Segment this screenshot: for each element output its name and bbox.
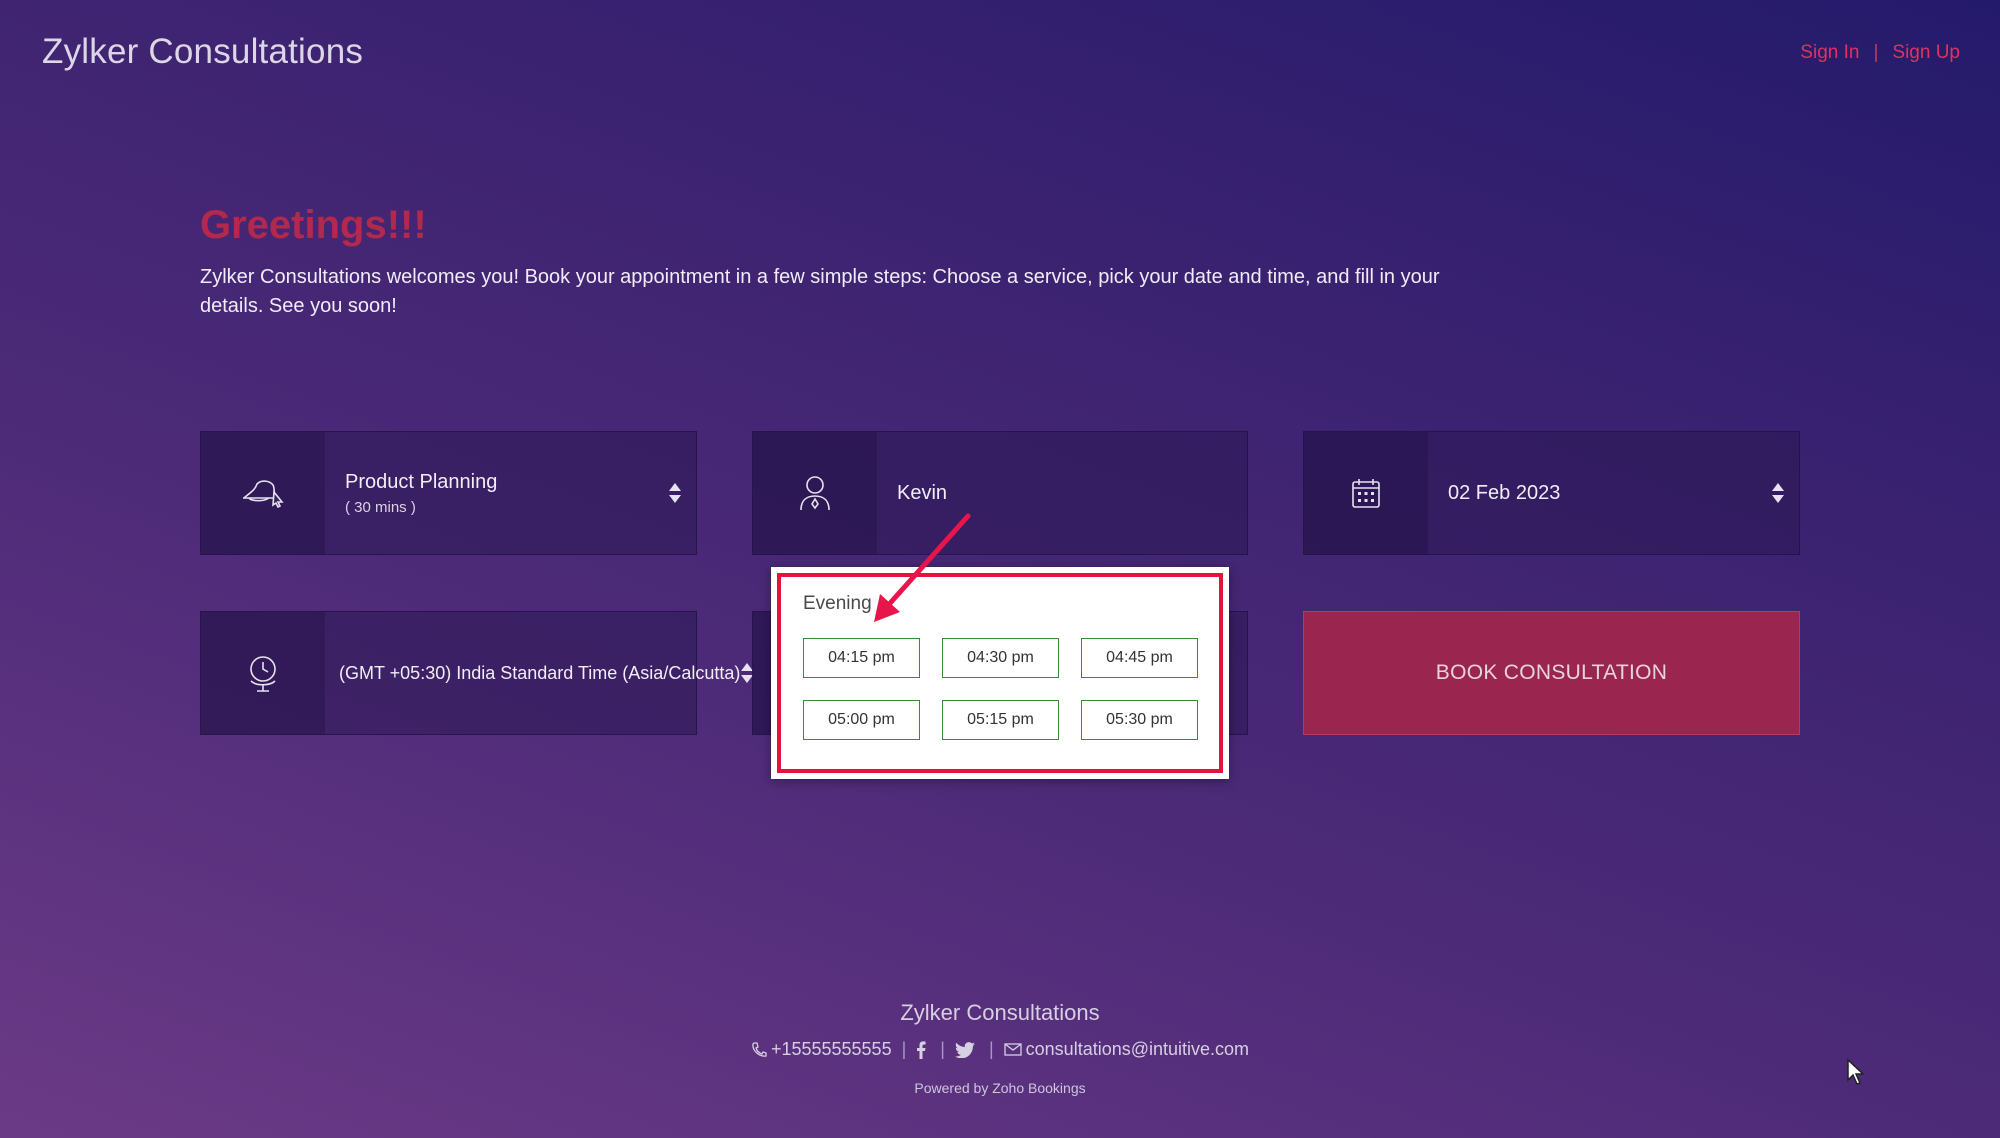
time-slot-button[interactable]: 05:15 pm — [942, 700, 1059, 740]
date-select[interactable]: 02 Feb 2023 — [1303, 431, 1800, 555]
calendar-icon — [1304, 432, 1428, 554]
timezone-select[interactable]: (GMT +05:30) India Standard Time (Asia/C… — [200, 611, 754, 735]
footer-separator: | — [940, 1039, 945, 1059]
date-value: 02 Feb 2023 — [1448, 481, 1561, 504]
time-slot-popup: Evening 04:15 pm 04:30 pm 04:45 pm 05:00… — [771, 567, 1229, 779]
service-duration: ( 30 mins ) — [345, 498, 416, 516]
date-text: 02 Feb 2023 — [1428, 432, 1757, 554]
auth-links: Sign In | Sign Up — [1800, 42, 1960, 64]
globe-clock-icon — [201, 612, 325, 734]
service-text: Product Planning ( 30 mins ) — [325, 432, 654, 554]
brand-logo[interactable]: Zylker Consultations — [42, 32, 363, 72]
time-slot-button[interactable]: 05:00 pm — [803, 700, 920, 740]
footer-contact: +15555555555 | | | consultations@intuiti… — [0, 1039, 2000, 1060]
service-name: Product Planning — [345, 470, 498, 493]
evening-section-label: Evening — [803, 593, 872, 614]
footer-separator: | — [988, 1039, 994, 1059]
phone-number: +15555555555 — [770, 1039, 892, 1059]
staff-select[interactable]: Kevin — [752, 431, 1248, 555]
timezone-text: (GMT +05:30) India Standard Time (Asia/C… — [325, 612, 740, 734]
powered-by[interactable]: Powered by Zoho Bookings — [0, 1080, 2000, 1096]
footer-email[interactable]: consultations@intuitive.com — [1004, 1039, 1249, 1060]
facebook-icon[interactable] — [916, 1040, 930, 1059]
mail-icon — [1004, 1043, 1022, 1056]
footer-brand: Zylker Consultations — [900, 1000, 1100, 1025]
mouse-cursor-icon — [1847, 1058, 1865, 1085]
staff-text: Kevin — [877, 432, 1247, 554]
time-slot-grid: 04:15 pm 04:30 pm 04:45 pm 05:00 pm 05:1… — [803, 638, 1198, 740]
hat-pointer-icon — [201, 432, 325, 554]
sort-arrows-icon — [1757, 432, 1799, 554]
time-slot-button[interactable]: 04:30 pm — [942, 638, 1059, 678]
service-select[interactable]: Product Planning ( 30 mins ) — [200, 431, 697, 555]
greeting-heading: Greetings!!! — [200, 203, 427, 247]
footer-separator: | — [901, 1039, 907, 1059]
auth-separator: | — [1873, 42, 1879, 63]
sort-arrows-icon — [654, 432, 696, 554]
twitter-icon[interactable] — [954, 1041, 979, 1058]
footer-phone[interactable]: +15555555555 — [751, 1039, 892, 1060]
time-slot-button[interactable]: 05:30 pm — [1081, 700, 1198, 740]
sign-in-link[interactable]: Sign In — [1800, 42, 1859, 64]
timezone-value: (GMT +05:30) India Standard Time (Asia/C… — [339, 662, 741, 683]
sign-up-link[interactable]: Sign Up — [1892, 42, 1960, 64]
email-address: consultations@intuitive.com — [1025, 1039, 1250, 1059]
phone-icon — [752, 1041, 767, 1057]
time-slot-button[interactable]: 04:15 pm — [803, 638, 920, 678]
welcome-message: Zylker Consultations welcomes you! Book … — [200, 266, 1440, 317]
book-consultation-button[interactable]: BOOK CONSULTATION — [1303, 611, 1800, 735]
user-icon — [753, 432, 877, 554]
time-slot-button[interactable]: 04:45 pm — [1081, 638, 1198, 678]
staff-name: Kevin — [897, 481, 948, 504]
